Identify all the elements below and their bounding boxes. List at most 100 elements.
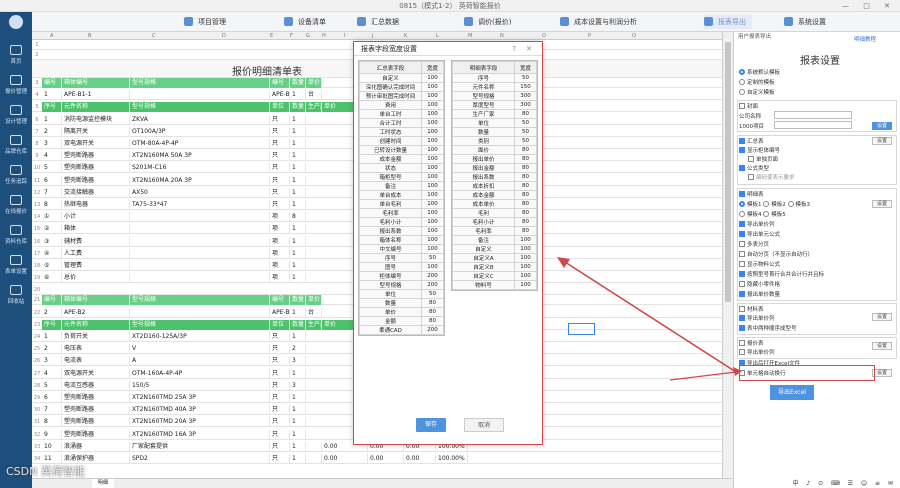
field-row[interactable]: 毛利小计 80: [452, 217, 537, 227]
field-width[interactable]: 100: [421, 73, 444, 83]
field-width[interactable]: 300: [514, 91, 537, 101]
detail-opt-1[interactable]: 导出单价列: [739, 220, 775, 228]
detail-opt-8[interactable]: 报出单价数量: [739, 290, 780, 298]
field-row[interactable]: 自定义 100: [359, 73, 444, 83]
table-cell[interactable]: 1: [42, 114, 62, 125]
table-cell[interactable]: 序号: [42, 102, 62, 113]
table-cell[interactable]: 5: [42, 380, 62, 391]
field-width[interactable]: 80: [514, 163, 537, 173]
nav-item-1[interactable]: 报价管理: [0, 72, 32, 102]
field-width[interactable]: 80: [514, 181, 537, 191]
field-row[interactable]: 数量 80: [359, 298, 444, 308]
field-width[interactable]: 100: [421, 199, 444, 209]
table-cell[interactable]: 型号规格: [130, 78, 270, 88]
table-cell[interactable]: [306, 454, 322, 464]
field-row[interactable]: 柔通CAD 200: [359, 325, 444, 335]
field-width[interactable]: 100: [421, 244, 444, 254]
field-width[interactable]: 80: [514, 199, 537, 209]
field-row[interactable]: 毛利率 80: [452, 226, 537, 236]
table-cell[interactable]: 数量: [290, 102, 306, 113]
table-cell[interactable]: 只: [270, 344, 290, 355]
table-cell[interactable]: 8: [42, 200, 62, 210]
field-row[interactable]: 型号规格 300: [452, 91, 537, 101]
table-cell[interactable]: 只: [270, 454, 290, 464]
field-row[interactable]: 中文编号 100: [359, 244, 444, 254]
table-cell[interactable]: 隔离开关: [62, 126, 130, 137]
table-cell[interactable]: 1: [290, 163, 306, 174]
table-cell[interactable]: [306, 441, 322, 452]
table-cell[interactable]: 1: [290, 368, 306, 379]
field-row[interactable]: 图号 100: [359, 262, 444, 272]
table-cell[interactable]: 台: [306, 307, 322, 318]
table-cell[interactable]: [130, 212, 270, 223]
table-cell[interactable]: OTM-80A-4P-4P: [130, 139, 270, 149]
field-row[interactable]: 毛利小计 100: [359, 217, 444, 227]
table-cell[interactable]: 1: [290, 175, 306, 186]
field-width[interactable]: 100: [514, 235, 537, 245]
field-width[interactable]: 80: [514, 208, 537, 218]
table-cell[interactable]: 2: [290, 344, 306, 355]
table-cell[interactable]: 只: [270, 139, 290, 149]
field-width[interactable]: 200: [421, 325, 444, 335]
table-cell[interactable]: 双电源开关: [62, 368, 130, 379]
table-cell[interactable]: 只: [270, 356, 290, 367]
table-cell[interactable]: 数量: [290, 295, 306, 306]
table-cell[interactable]: 3: [42, 139, 62, 149]
table-cell[interactable]: 2: [42, 126, 62, 137]
table-cell[interactable]: XT2N160TMD 16A 3P: [130, 429, 270, 440]
nav-item-6[interactable]: 资料仓库: [0, 222, 32, 252]
table-cell[interactable]: 只: [270, 332, 290, 342]
table-cell[interactable]: 项: [270, 236, 290, 247]
table-cell[interactable]: 生产厂商: [306, 319, 322, 330]
field-row[interactable]: 合计工时 100: [359, 118, 444, 128]
export-excel-button[interactable]: 导出Excel: [770, 385, 814, 400]
table-cell[interactable]: 1: [290, 405, 306, 416]
table-cell[interactable]: APE-B1-1: [62, 90, 130, 101]
field-width[interactable]: 300: [514, 100, 537, 110]
table-cell[interactable]: 1: [290, 332, 306, 342]
table-cell[interactable]: 只: [270, 163, 290, 174]
field-row[interactable]: 物料号 100: [452, 280, 537, 290]
field-width[interactable]: 100: [514, 244, 537, 254]
sheet-tab[interactable]: 明细: [92, 479, 115, 488]
table-cell[interactable]: 1: [290, 200, 306, 210]
table-cell[interactable]: 项: [270, 224, 290, 235]
table-cell[interactable]: 150/5: [130, 380, 270, 391]
table-cell[interactable]: 只: [270, 187, 290, 198]
nav-item-8[interactable]: 回收站: [0, 282, 32, 312]
table-cell[interactable]: 只: [270, 393, 290, 403]
table-cell[interactable]: 7: [42, 187, 62, 198]
field-width[interactable]: 50: [514, 136, 537, 146]
project-input[interactable]: [774, 121, 852, 129]
field-row[interactable]: 生产厂家 80: [452, 109, 537, 119]
table-cell[interactable]: 9: [42, 429, 62, 440]
table-cell[interactable]: 10: [42, 441, 62, 452]
field-width[interactable]: 200: [421, 271, 444, 281]
table-cell[interactable]: 项: [270, 212, 290, 223]
toolbar-btn-3[interactable]: 调价(报价): [464, 15, 511, 29]
table-cell[interactable]: XT2N160TMD 25A 3P: [130, 393, 270, 403]
window-controls[interactable]: — □ ✕: [842, 0, 896, 12]
detail-opt-2[interactable]: 导出单元公式: [739, 230, 780, 238]
table-cell[interactable]: 序号: [42, 319, 62, 330]
field-row[interactable]: 单价 80: [359, 307, 444, 317]
table-cell[interactable]: TA75-33*47: [130, 200, 270, 210]
field-width[interactable]: 100: [421, 82, 444, 92]
field-width[interactable]: 80: [514, 226, 537, 236]
field-width[interactable]: 80: [421, 307, 444, 317]
toolbar-btn-4[interactable]: 成本设置与利润分析: [560, 15, 637, 29]
table-cell[interactable]: 6: [42, 393, 62, 403]
nav-item-0[interactable]: 首页: [0, 42, 32, 72]
detail-opt-7[interactable]: 隐藏小零件格: [739, 280, 780, 288]
table-cell[interactable]: 3: [42, 356, 62, 367]
summary-field-table[interactable]: 汇总表字段 宽度 自定义 100 深化图确认完成时间 100 预计审批图完成时间 100 费用 1…: [358, 60, 445, 336]
field-width[interactable]: 100: [421, 91, 444, 101]
field-row[interactable]: 型号规格 200: [359, 280, 444, 290]
field-row[interactable]: 报出单价 80: [452, 154, 537, 164]
field-width[interactable]: 100: [421, 262, 444, 272]
summary-opt-3[interactable]: 公式类型: [739, 164, 769, 172]
field-width[interactable]: 100: [421, 100, 444, 110]
field-row[interactable]: 创建时间 100: [359, 136, 444, 146]
table-cell[interactable]: XT2N160MA 50A 3P: [130, 151, 270, 162]
table-cell[interactable]: [130, 224, 270, 235]
